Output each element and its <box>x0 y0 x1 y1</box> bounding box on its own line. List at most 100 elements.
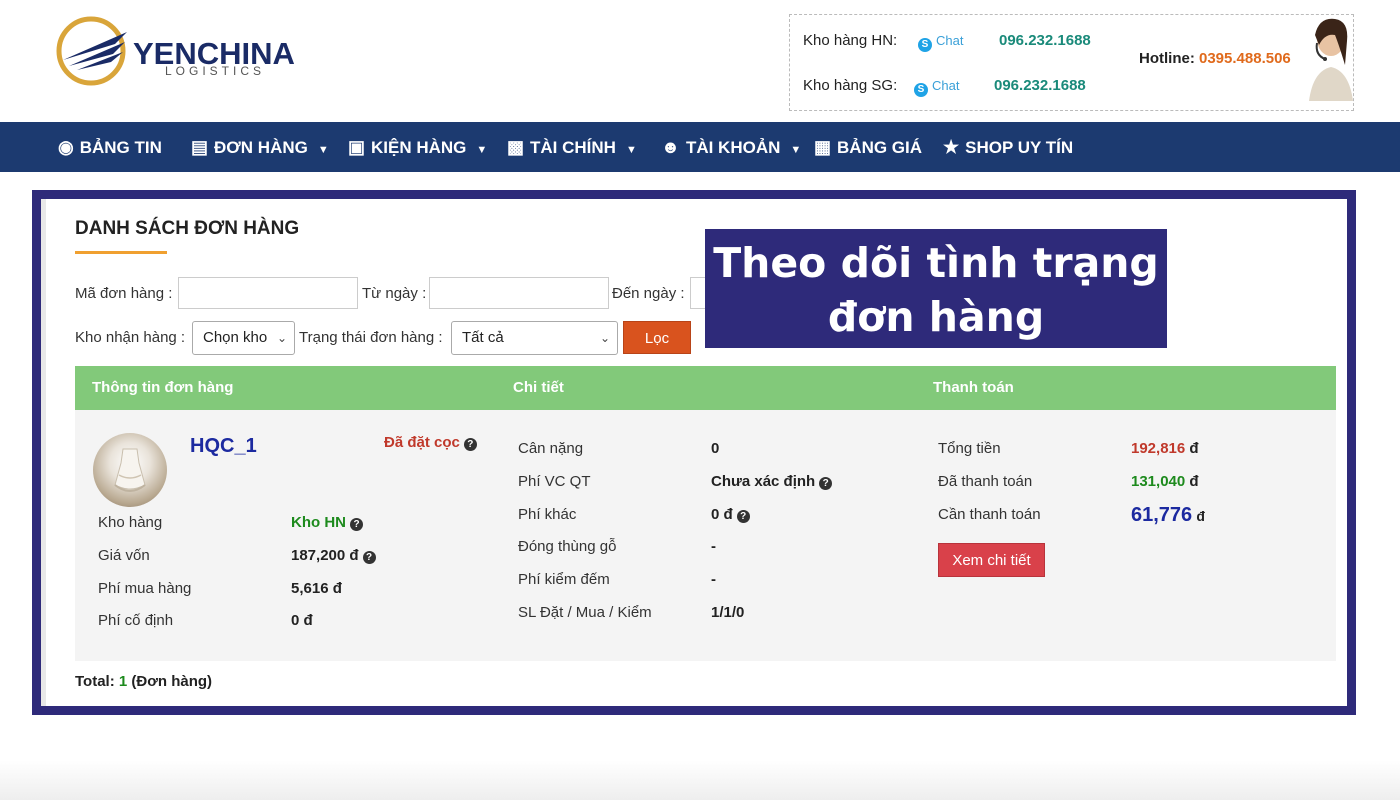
cost-value: 187,200 đ <box>291 547 359 564</box>
nav-label: ĐƠN HÀNG <box>214 138 308 157</box>
order-code-label: Mã đơn hàng : <box>75 285 173 302</box>
dress-image <box>114 448 146 492</box>
total-count: Total: 1 (Đơn hàng) <box>75 673 212 690</box>
total-number: 1 <box>118 673 128 690</box>
status-selected: Tất cả <box>462 329 504 346</box>
help-icon[interactable]: ? <box>736 510 750 523</box>
logo-subtext: LOGISTICS <box>165 64 266 78</box>
caret-down-icon: ▼ <box>790 144 802 156</box>
site-header: YENCHINA LOGISTICS Kho hàng HN: S Chat 09… <box>0 0 1400 122</box>
product-thumbnail[interactable] <box>93 433 167 507</box>
money-icon: ▩ <box>507 137 525 157</box>
banner-line-1: Theo dõi tình trạng <box>713 239 1159 287</box>
contact-box: Kho hàng HN: S Chat 096.232.1688 Kho hàng… <box>789 14 1354 111</box>
detail-value: 0 đ? <box>711 506 750 523</box>
nav-label: BẢNG TIN <box>79 138 162 157</box>
help-icon[interactable]: ? <box>463 438 477 451</box>
info-label: Phí cố định <box>98 612 174 629</box>
nav-label: TÀI CHÍNH <box>530 138 616 157</box>
sg-phone[interactable]: 096.232.1688 <box>994 77 1086 94</box>
status-filter-label: Trạng thái đơn hàng : <box>299 329 443 346</box>
dashboard-icon: ◉ <box>58 137 74 157</box>
from-date-label: Từ ngày : <box>362 285 427 302</box>
amount-value: 131,040 <box>1131 473 1186 490</box>
nav-item-shop-uy-tin[interactable]: ★ SHOP UY TÍN <box>943 122 1073 172</box>
detail-label: Phí kiểm đếm <box>518 571 610 588</box>
info-value: 5,616 đ <box>291 580 342 597</box>
chevron-down-icon: ⌄ <box>276 331 287 345</box>
status-text: Đã đặt cọc <box>384 434 460 451</box>
total-unit: (Đơn hàng) <box>131 673 213 690</box>
hotline-number[interactable]: 0395.488.506 <box>1199 50 1291 67</box>
star-icon: ★ <box>943 137 960 157</box>
other-fee-value: 0 đ <box>711 506 733 523</box>
amount-value: 61,776 <box>1131 504 1193 526</box>
chat-label: Chat <box>932 78 960 93</box>
nav-label: TÀI KHOẢN <box>685 138 781 157</box>
page-title: DANH SÁCH ĐƠN HÀNG <box>75 218 300 239</box>
document-icon: ▤ <box>191 137 209 157</box>
sg-chat-link[interactable]: S Chat <box>914 78 959 97</box>
currency-unit: đ <box>1189 440 1199 457</box>
support-agent-icon <box>1309 18 1353 101</box>
view-detail-button[interactable]: Xem chi tiết <box>938 543 1045 577</box>
total-amount: 192,816 đ <box>1131 440 1199 457</box>
nav-item-bang-tin[interactable]: ◉ BẢNG TIN <box>58 122 162 172</box>
help-icon[interactable]: ? <box>350 518 363 531</box>
page-footer-shade <box>0 760 1400 800</box>
currency-unit: đ <box>1196 508 1205 524</box>
status-select[interactable]: Tất cả ⌄ <box>451 321 618 355</box>
detail-label: Đóng thùng gỗ <box>518 538 617 555</box>
order-status: Đã đặt cọc? <box>384 434 477 451</box>
panel-body: DANH SÁCH ĐƠN HÀNG Mã đơn hàng : Từ ngày… <box>41 199 1347 706</box>
help-icon[interactable]: ? <box>362 551 376 564</box>
help-icon[interactable]: ? <box>819 477 833 490</box>
from-date-input[interactable] <box>429 277 609 309</box>
info-value: 187,200 đ? <box>291 547 376 564</box>
banner-line-2: đơn hàng <box>827 293 1045 341</box>
payment-label: Tổng tiền <box>938 440 1001 457</box>
info-label: Phí mua hàng <box>98 580 192 597</box>
yenchina-logo[interactable]: YENCHINA LOGISTICS <box>55 14 305 88</box>
nav-label: KIỆN HÀNG <box>371 138 467 157</box>
detail-value: - <box>711 538 716 555</box>
detail-value: 0 <box>711 440 720 457</box>
user-icon: ☻ <box>661 137 680 157</box>
title-underline <box>75 251 167 254</box>
warehouse-select[interactable]: Chọn kho ⌄ <box>192 321 295 355</box>
nav-label: BẢNG GIÁ <box>837 138 923 157</box>
filter-button[interactable]: Lọc <box>623 321 691 354</box>
detail-label: Phí VC QT <box>518 473 591 490</box>
hotline: Hotline: 0395.488.506 <box>1139 50 1291 67</box>
order-code-input[interactable] <box>178 277 358 309</box>
box-icon: ▣ <box>348 137 366 157</box>
payment-label: Cần thanh toán <box>938 506 1041 523</box>
skype-icon: S <box>914 83 928 97</box>
promo-banner: Theo dõi tình trạng đơn hàng <box>705 229 1167 348</box>
info-label: Giá vốn <box>98 547 150 564</box>
hn-chat-link[interactable]: S Chat <box>918 33 963 52</box>
nav-item-don-hang[interactable]: ▤ ĐƠN HÀNG ▼ <box>191 122 329 172</box>
chat-label: Chat <box>936 33 964 48</box>
detail-value: 1/1/0 <box>711 604 745 621</box>
due-amount: 61,776 đ <box>1131 504 1205 527</box>
hn-phone[interactable]: 096.232.1688 <box>999 32 1091 49</box>
nav-item-tai-chinh[interactable]: ▩ TÀI CHÍNH ▼ <box>507 122 637 172</box>
to-date-label: Đến ngày : <box>612 285 685 302</box>
hotline-label: Hotline: <box>1139 50 1195 67</box>
info-value: 0 đ <box>291 612 313 629</box>
currency-unit: đ <box>1189 473 1199 490</box>
detail-label: SL Đặt / Mua / Kiểm <box>518 604 652 621</box>
detail-label: Phí khác <box>518 506 577 523</box>
nav-item-kien-hang[interactable]: ▣ KIỆN HÀNG ▼ <box>348 122 487 172</box>
col-payment: Thanh toán <box>933 379 1014 396</box>
nav-item-tai-khoan[interactable]: ☻ TÀI KHOẢN ▼ <box>661 122 801 172</box>
hn-warehouse-label: Kho hàng HN: <box>803 32 898 49</box>
intl-shipping-value: Chưa xác định <box>711 473 816 490</box>
order-code-link[interactable]: HQC_1 <box>190 435 257 458</box>
nav-item-bang-gia[interactable]: ▦ BẢNG GIÁ <box>814 122 922 172</box>
sg-warehouse-label: Kho hàng SG: <box>803 77 898 94</box>
detail-value: Chưa xác định? <box>711 473 833 490</box>
main-navigation: ◉ BẢNG TIN ▤ ĐƠN HÀNG ▼ ▣ KIỆN HÀNG ▼ ▩ TÀI CH… <box>0 122 1400 172</box>
col-order-info: Thông tin đơn hàng <box>92 379 234 396</box>
